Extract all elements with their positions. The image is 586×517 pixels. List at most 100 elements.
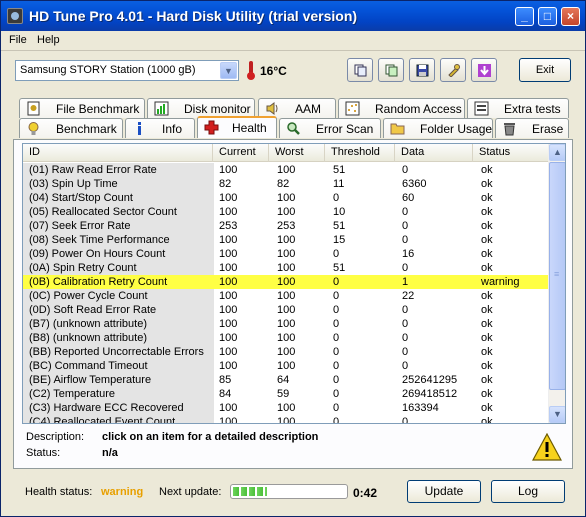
- table-row[interactable]: (BE) Airflow Temperature 85 64 0 252641295 ok: [23, 373, 550, 387]
- table-row[interactable]: (04) Start/Stop Count 100 100 0 60 ok: [23, 191, 550, 205]
- download-button[interactable]: [471, 58, 497, 82]
- maximize-button[interactable]: □: [538, 7, 557, 26]
- column-header-current[interactable]: Current: [213, 144, 269, 162]
- tab-extra-tests[interactable]: Extra tests: [467, 98, 569, 118]
- table-cell-current: 100: [219, 192, 238, 204]
- copy-info-button[interactable]: [347, 58, 373, 82]
- scroll-down-button[interactable]: ▼: [549, 406, 565, 423]
- status-value: n/a: [102, 447, 118, 459]
- table-cell-current: 85: [219, 374, 232, 386]
- table-cell-current: 100: [219, 346, 238, 358]
- tab-health[interactable]: Health: [197, 116, 277, 138]
- table-cell-data: 0: [402, 262, 409, 274]
- health-status-value: warning: [101, 486, 144, 498]
- update-button[interactable]: Update: [407, 480, 481, 503]
- drive-select[interactable]: Samsung STORY Station (1000 gB) ▼: [15, 60, 239, 81]
- table-cell-status: ok: [481, 192, 493, 204]
- tab-erase[interactable]: Erase: [495, 118, 569, 138]
- table-cell-data: 0: [402, 416, 409, 424]
- table-row[interactable]: (08) Seek Time Performance 100 100 15 0 ok: [23, 233, 550, 247]
- table-cell-id: (0A) Spin Retry Count: [23, 261, 214, 275]
- column-header-threshold[interactable]: Threshold: [325, 144, 395, 162]
- table-cell-data: 269418512: [402, 388, 458, 400]
- scroll-thumb[interactable]: [549, 162, 565, 390]
- table-cell-threshold: 51: [333, 262, 346, 274]
- table-cell-worst: 100: [277, 248, 296, 260]
- table-cell-status: ok: [481, 388, 493, 400]
- tab-disk-monitor[interactable]: Disk monitor: [147, 98, 255, 118]
- tab-info[interactable]: Info: [125, 118, 195, 138]
- table-cell-status: ok: [481, 318, 493, 330]
- table-row[interactable]: (03) Spin Up Time 82 82 11 6360 ok: [23, 177, 550, 191]
- window-title: HD Tune Pro 4.01 - Hard Disk Utility (tr…: [29, 8, 358, 24]
- table-cell-worst: 253: [277, 220, 296, 232]
- table-row[interactable]: (0A) Spin Retry Count 100 100 51 0 ok: [23, 261, 550, 275]
- table-cell-current: 100: [219, 318, 238, 330]
- table-cell-data: 16: [402, 248, 415, 260]
- table-row[interactable]: (C3) Hardware ECC Recovered 100 100 0 163394…: [23, 401, 550, 415]
- table-row[interactable]: (0C) Power Cycle Count 100 100 0 22 ok: [23, 289, 550, 303]
- next-update-progress: [230, 484, 348, 499]
- menu-file[interactable]: File: [9, 34, 27, 46]
- minimize-button[interactable]: _: [515, 7, 534, 26]
- table-cell-id: (BE) Airflow Temperature: [23, 373, 214, 387]
- tab-random-access-label: Random Access: [375, 102, 462, 116]
- table-cell-status: ok: [481, 304, 493, 316]
- log-button[interactable]: Log: [491, 480, 565, 503]
- table-row[interactable]: (09) Power On Hours Count 100 100 0 16 ok: [23, 247, 550, 261]
- vertical-scrollbar[interactable]: ▲ ▼: [548, 144, 565, 423]
- table-row[interactable]: (C4) Reallocated Event Count 100 100 0 0 ok: [23, 415, 550, 424]
- table-cell-id: (0C) Power Cycle Count: [23, 289, 214, 303]
- table-row[interactable]: (B7) (unknown attribute) 100 100 0 0 ok: [23, 317, 550, 331]
- health-status-label: Health status:: [25, 486, 93, 498]
- exit-button[interactable]: Exit: [519, 58, 571, 82]
- table-cell-current: 100: [219, 206, 238, 218]
- table-row[interactable]: (0B) Calibration Retry Count 100 100 0 1 warn…: [23, 275, 550, 289]
- tab-random-access[interactable]: Random Access: [338, 98, 465, 118]
- table-cell-worst: 100: [277, 164, 296, 176]
- table-row[interactable]: (05) Reallocated Sector Count 100 100 10 0 ok: [23, 205, 550, 219]
- copy-screen-button[interactable]: [378, 58, 404, 82]
- column-header-data[interactable]: Data: [395, 144, 473, 162]
- disk-monitor-icon: [154, 101, 169, 116]
- tab-error-scan-label: Error Scan: [316, 122, 374, 136]
- chevron-down-icon[interactable]: ▼: [220, 62, 237, 79]
- tab-disk-monitor-label: Disk monitor: [184, 102, 251, 116]
- tab-error-scan[interactable]: Error Scan: [279, 118, 381, 138]
- tab-file-benchmark[interactable]: File Benchmark: [19, 98, 145, 118]
- close-button[interactable]: ×: [561, 7, 580, 26]
- table-cell-threshold: 0: [333, 290, 340, 302]
- table-cell-threshold: 0: [333, 416, 340, 424]
- column-header-id[interactable]: ID: [23, 144, 213, 162]
- toolbar: Samsung STORY Station (1000 gB) ▼ 16°C E…: [1, 52, 585, 90]
- footer-bar: Health status: warning Next update: 0:42…: [13, 477, 573, 507]
- table-cell-worst: 82: [277, 178, 290, 190]
- menu-bar: File Help: [1, 31, 585, 51]
- table-cell-current: 253: [219, 220, 238, 232]
- table-row[interactable]: (07) Seek Error Rate 253 253 51 0 ok: [23, 219, 550, 233]
- table-header: ID Current Worst Threshold Data Status: [23, 144, 550, 162]
- table-row[interactable]: (BC) Command Timeout 100 100 0 0 ok: [23, 359, 550, 373]
- table-cell-current: 100: [219, 332, 238, 344]
- table-row[interactable]: (C2) Temperature 84 59 0 269418512 ok: [23, 387, 550, 401]
- column-header-status[interactable]: Status: [473, 144, 550, 162]
- table-row[interactable]: (0D) Soft Read Error Rate 100 100 0 0 ok: [23, 303, 550, 317]
- table-cell-worst: 100: [277, 206, 296, 218]
- table-row[interactable]: (BB) Reported Uncorrectable Errors 100 100…: [23, 345, 550, 359]
- table-cell-status: ok: [481, 248, 493, 260]
- table-row[interactable]: (B8) (unknown attribute) 100 100 0 0 ok: [23, 331, 550, 345]
- speaker-icon: [266, 102, 278, 115]
- menu-help[interactable]: Help: [37, 34, 60, 46]
- title-bar[interactable]: HD Tune Pro 4.01 - Hard Disk Utility (tr…: [1, 1, 585, 31]
- tab-aam[interactable]: AAM: [258, 98, 336, 118]
- tab-folder-usage[interactable]: Folder Usage: [383, 118, 493, 138]
- description-label: Description:: [26, 431, 85, 443]
- scroll-up-button[interactable]: ▲: [549, 144, 565, 161]
- table-row[interactable]: (01) Raw Read Error Rate 100 100 51 0 ok: [23, 163, 550, 177]
- column-header-worst[interactable]: Worst: [269, 144, 325, 162]
- tab-benchmark[interactable]: Benchmark: [19, 118, 123, 138]
- options-button[interactable]: [440, 58, 466, 82]
- save-button[interactable]: [409, 58, 435, 82]
- extra-tests-icon: [474, 101, 489, 116]
- table-cell-worst: 100: [277, 416, 296, 424]
